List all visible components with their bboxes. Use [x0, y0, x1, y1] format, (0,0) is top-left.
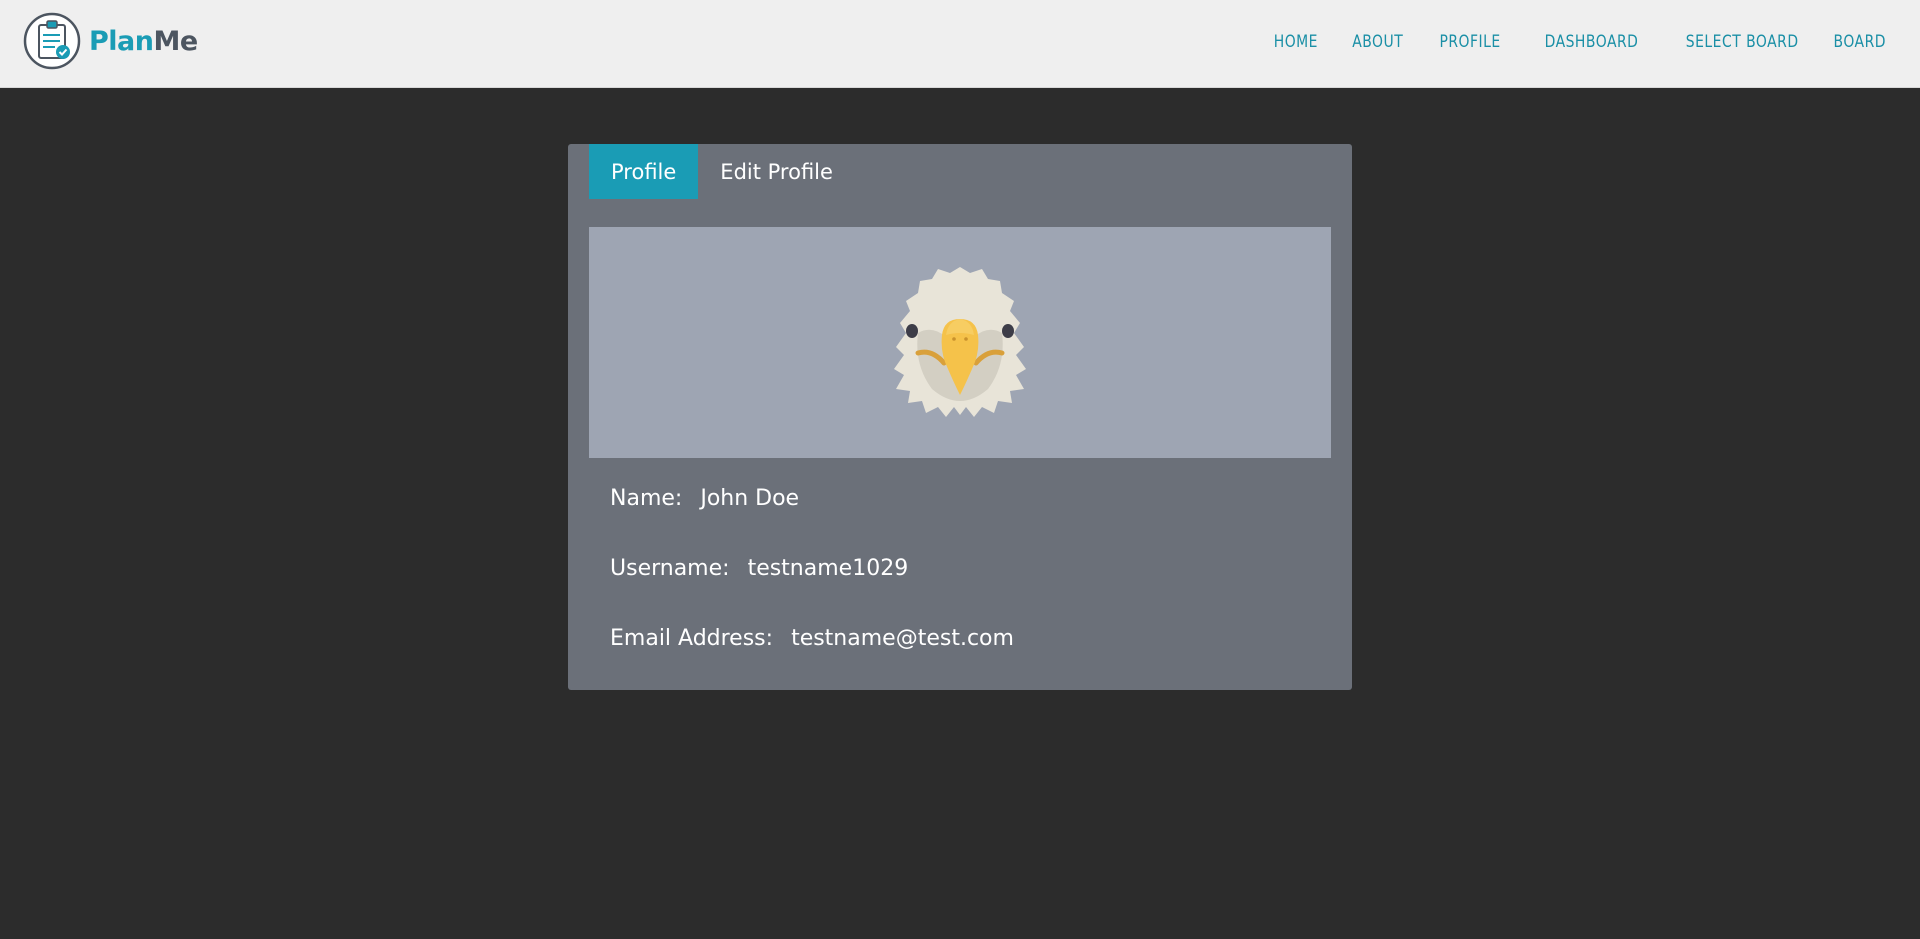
nav-links: HOME ABOUT PROFILE DASHBOARD SELECT BOAR…: [1241, 0, 1886, 84]
clipboard-check-icon: [23, 12, 81, 70]
name-row: Name: John Doe: [610, 486, 799, 511]
name-label: Name:: [610, 486, 683, 511]
eagle-avatar-icon: [894, 266, 1026, 417]
nav-about-link[interactable]: ABOUT: [1352, 32, 1403, 52]
nav-select-board-link[interactable]: SELECT BOARD: [1686, 32, 1799, 52]
brand-name-plan: Plan: [89, 25, 154, 57]
username-label: Username:: [610, 556, 730, 581]
brand-name: PlanMe: [89, 26, 198, 57]
avatar-banner: [589, 227, 1331, 458]
brand-name-me: Me: [153, 25, 199, 57]
name-value: John Doe: [700, 486, 800, 511]
nav-dashboard-link[interactable]: DASHBOARD: [1545, 32, 1639, 52]
profile-tabs: Profile Edit Profile: [589, 144, 855, 199]
email-label: Email Address:: [610, 626, 774, 651]
top-navbar: PlanMe HOME ABOUT PROFILE DASHBOARD SELE…: [0, 0, 1920, 88]
nav-board-link[interactable]: BOARD: [1834, 32, 1886, 52]
brand-link[interactable]: PlanMe: [23, 12, 198, 70]
nav-home-link[interactable]: HOME: [1274, 32, 1318, 52]
email-row: Email Address: testname@test.com: [610, 626, 1014, 651]
username-value: testname1029: [747, 556, 909, 581]
tab-edit-profile[interactable]: Edit Profile: [698, 144, 855, 199]
nav-profile-link[interactable]: PROFILE: [1440, 32, 1501, 52]
tab-profile[interactable]: Profile: [589, 144, 699, 199]
profile-card: Profile Edit Profile Name: John Doe Usern…: [568, 144, 1352, 690]
username-row: Username: testname1029: [610, 556, 908, 581]
email-value: testname@test.com: [791, 626, 1014, 651]
